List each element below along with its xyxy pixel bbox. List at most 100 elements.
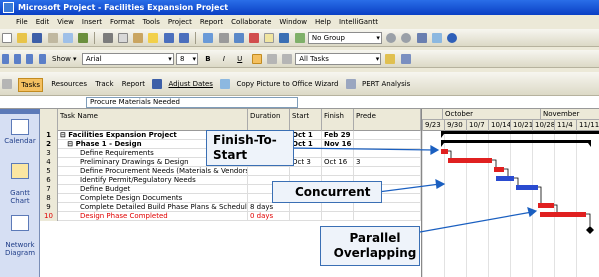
col-duration[interactable]: Duration (248, 109, 290, 131)
zoom-in-icon[interactable] (386, 33, 397, 43)
spelling-icon[interactable] (78, 33, 89, 43)
task-notes-icon[interactable] (264, 33, 275, 43)
resources-button[interactable]: Resources (51, 78, 87, 90)
arrow-right-icon[interactable] (14, 54, 22, 64)
link-tasks-icon[interactable] (203, 33, 214, 43)
predecessors-cell[interactable] (354, 149, 421, 158)
copy-picture-icon[interactable] (431, 33, 442, 43)
save-icon[interactable] (32, 33, 43, 43)
help-icon[interactable] (447, 33, 458, 43)
start-cell[interactable]: Oct 1 (290, 140, 322, 149)
table-row[interactable]: 5 Define Procurement Needs (Materials & … (40, 167, 421, 176)
bold-button[interactable]: B (203, 53, 212, 65)
show-subtasks-button[interactable]: Show ▾ (52, 53, 77, 65)
start-cell[interactable]: Oct 3 (290, 158, 322, 167)
view-calendar[interactable]: Calendar (0, 119, 40, 145)
finish-cell[interactable]: Nov 16 (322, 140, 354, 149)
split-task-icon[interactable] (233, 33, 244, 43)
duration-cell[interactable]: 8 days (248, 203, 290, 212)
undo-icon[interactable] (163, 33, 174, 43)
menu-report[interactable]: Report (196, 15, 227, 29)
zoom-out-icon[interactable] (401, 33, 412, 43)
arrow-left-icon[interactable] (2, 54, 9, 64)
task-name-cell[interactable]: Identify Permit/Regulatory Needs (58, 176, 248, 185)
view-network-diagram[interactable]: Network Diagram (0, 207, 40, 257)
menu-format[interactable]: Format (106, 15, 139, 29)
tasks-button[interactable]: Tasks (18, 78, 43, 92)
col-task-name[interactable]: Task Name (58, 109, 248, 131)
menu-window[interactable]: Window (275, 15, 311, 29)
view-gantt-chart[interactable]: Gantt Chart (0, 155, 40, 205)
assign-resources-icon[interactable] (279, 33, 290, 43)
predecessors-cell[interactable] (354, 131, 421, 140)
task-name-cell[interactable]: Define Procurement Needs (Materials & Ve… (58, 167, 248, 176)
task-name-cell[interactable]: Complete Design Documents (58, 194, 248, 203)
adjust-dates-button[interactable]: Adjust Dates (168, 78, 213, 90)
italic-button[interactable]: I (221, 53, 227, 65)
menu-insert[interactable]: Insert (78, 15, 106, 29)
copy-picture-wizard-button[interactable]: Copy Picture to Office Wizard (236, 78, 338, 90)
predecessors-cell[interactable]: 3 (354, 158, 421, 167)
menu-project[interactable]: Project (164, 15, 196, 29)
predecessors-cell[interactable] (354, 167, 421, 176)
predecessors-cell[interactable] (354, 140, 421, 149)
finish-cell[interactable] (322, 203, 354, 212)
menu-file[interactable]: File (0, 15, 32, 29)
select-all-corner[interactable] (40, 109, 58, 131)
entry-field[interactable]: Procure Materials Needed (86, 97, 298, 108)
copy-icon[interactable] (117, 33, 128, 43)
underline-button[interactable]: U (235, 53, 244, 65)
predecessors-cell[interactable] (354, 203, 421, 212)
outdent-icon[interactable] (26, 54, 34, 64)
col-predecessors[interactable]: Prede (354, 109, 421, 131)
menu-collaborate[interactable]: Collaborate (227, 15, 275, 29)
task-name-cell[interactable]: Design Phase Completed (58, 212, 248, 221)
align-center-icon[interactable] (266, 54, 277, 64)
start-cell[interactable] (290, 203, 322, 212)
redo-icon[interactable] (178, 33, 189, 43)
menu-edit[interactable]: Edit (32, 15, 54, 29)
track-button[interactable]: Track (95, 78, 113, 90)
guide-toggle-icon[interactable] (2, 79, 12, 89)
predecessors-cell[interactable] (354, 212, 421, 221)
start-cell[interactable] (290, 167, 322, 176)
print-icon[interactable] (47, 33, 58, 43)
publish-icon[interactable] (294, 33, 305, 43)
finish-cell[interactable] (322, 149, 354, 158)
scroll-to-task-icon[interactable] (416, 33, 427, 43)
indent-icon[interactable] (38, 54, 46, 64)
menu-view[interactable]: View (53, 15, 78, 29)
print-preview-icon[interactable] (62, 33, 73, 43)
finish-cell[interactable] (322, 212, 354, 221)
open-folder-icon[interactable] (17, 33, 28, 43)
font-dropdown[interactable]: Arial (81, 53, 174, 65)
new-file-icon[interactable] (2, 33, 12, 43)
autofilter-icon[interactable] (385, 54, 396, 64)
gantt-wizard-icon[interactable] (400, 54, 411, 64)
finish-cell[interactable]: Feb 29 (322, 131, 354, 140)
task-info-icon[interactable] (248, 33, 259, 43)
start-cell[interactable]: Oct 1 (290, 131, 322, 140)
finish-cell[interactable]: Oct 16 (322, 158, 354, 167)
paste-icon[interactable] (133, 33, 144, 43)
table-row[interactable]: 9 Complete Detailed Build Phase Plans & … (40, 203, 421, 212)
menu-help[interactable]: Help (311, 15, 335, 29)
align-right-icon[interactable] (282, 54, 292, 64)
format-painter-icon[interactable] (148, 33, 159, 43)
task-name-cell[interactable]: Define Budget (58, 185, 248, 194)
task-name-cell[interactable]: Complete Detailed Build Phase Plans & Sc… (58, 203, 248, 212)
group-dropdown[interactable]: No Group (307, 32, 382, 44)
start-cell[interactable] (290, 149, 322, 158)
duration-cell[interactable] (248, 167, 290, 176)
duration-cell[interactable]: 0 days (248, 212, 290, 221)
cut-icon[interactable] (102, 33, 113, 43)
filter-dropdown[interactable]: All Tasks (295, 53, 382, 65)
table-row[interactable]: 10 Design Phase Completed 0 days (40, 212, 421, 221)
unlink-tasks-icon[interactable] (218, 33, 229, 43)
col-finish[interactable]: Finish (322, 109, 354, 131)
col-start[interactable]: Start (290, 109, 322, 131)
menu-intelligantt[interactable]: IntelliGantt (335, 15, 382, 29)
report-button[interactable]: Report (122, 78, 145, 90)
finish-cell[interactable] (322, 167, 354, 176)
pert-analysis-button[interactable]: PERT Analysis (362, 78, 410, 90)
